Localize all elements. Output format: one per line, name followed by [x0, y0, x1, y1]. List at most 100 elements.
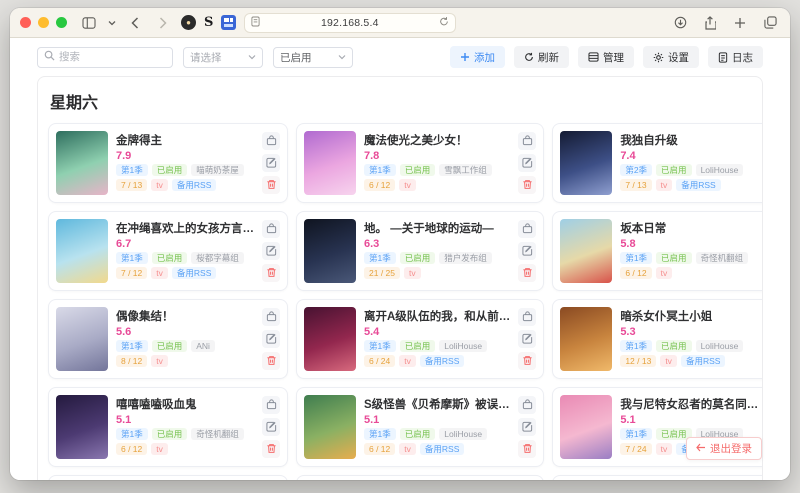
tab-overview-icon[interactable] — [760, 13, 780, 33]
search-field[interactable] — [59, 51, 166, 63]
address-bar[interactable]: 192.168.5.4 — [244, 13, 456, 33]
bangumi-card[interactable]: 金牌得主 7.9 第1季 已启用 喵萌奶茶屋 7 / 13 tv 备用RSS — [48, 123, 288, 203]
season-tag: 第1季 — [116, 164, 148, 176]
bangumi-card[interactable]: 坂本日常 5.8 第1季 已启用 奇怪机翻组 6 / 12 tv — [552, 211, 763, 291]
episode-progress-tag: 8 / 12 — [116, 355, 147, 367]
bangumi-card[interactable] — [48, 475, 288, 480]
filter-bar: 请选择 已启用 添加 — [10, 38, 790, 74]
archive-button[interactable] — [262, 132, 280, 150]
bangumi-score: 5.4 — [364, 327, 510, 337]
bangumi-title: 坂本日常 — [620, 220, 758, 236]
bangumi-card[interactable] — [296, 475, 544, 480]
archive-button[interactable] — [262, 396, 280, 414]
search-icon — [44, 48, 55, 66]
settings-button[interactable]: 设置 — [643, 46, 699, 68]
bangumi-card[interactable]: 在冲绳喜欢上的女孩方言… 6.7 第1季 已启用 桜都字幕组 7 / 12 tv… — [48, 211, 288, 291]
blue-grid-extension-icon[interactable] — [221, 15, 236, 30]
archive-button[interactable] — [518, 132, 536, 150]
card-actions — [518, 131, 536, 195]
bangumi-score: 5.1 — [364, 415, 510, 425]
status-tag: 已启用 — [400, 340, 436, 352]
archive-button[interactable] — [518, 220, 536, 238]
tag-row-secondary: 6 / 12 tv — [364, 179, 510, 191]
dark-extension-icon[interactable]: ● — [181, 15, 196, 30]
minimize-window-button[interactable] — [38, 17, 49, 28]
tag-row-primary: 第1季 已启用 雪飘工作组 — [364, 164, 510, 176]
sidebar-toggle-icon[interactable] — [79, 13, 99, 33]
archive-button[interactable] — [262, 220, 280, 238]
edit-button[interactable] — [518, 154, 536, 172]
tag-row-secondary: 7 / 12 tv 备用RSS — [116, 267, 254, 279]
archive-button[interactable] — [518, 396, 536, 414]
tag-row-secondary: 6 / 24 tv 备用RSS — [364, 355, 510, 367]
archive-icon — [522, 310, 533, 325]
archive-button[interactable] — [518, 308, 536, 326]
bangumi-card[interactable]: 嘻嘻嗑嗑吸血鬼 5.1 第1季 已启用 奇怪机翻组 6 / 12 tv — [48, 387, 288, 467]
zoom-window-button[interactable] — [56, 17, 67, 28]
episode-progress-tag: 7 / 13 — [116, 179, 147, 191]
edit-icon — [266, 420, 277, 435]
tag-row-secondary: 12 / 13 tv 备用RSS — [620, 355, 758, 367]
type-tag: tv — [660, 355, 677, 367]
bangumi-score: 5.8 — [620, 239, 758, 249]
delete-button[interactable] — [262, 440, 280, 458]
delete-button[interactable] — [518, 440, 536, 458]
manage-button[interactable]: 管理 — [578, 46, 634, 68]
log-icon — [718, 52, 728, 63]
backup-rss-tag: 备用RSS — [172, 267, 216, 279]
archive-icon — [266, 222, 277, 237]
bangumi-card[interactable]: 我独自升级 7.4 第2季 已启用 LoliHouse 7 / 13 tv 备用… — [552, 123, 763, 203]
poster-image — [304, 307, 356, 371]
refresh-button[interactable]: 刷新 — [514, 46, 569, 68]
bangumi-card[interactable] — [552, 475, 763, 480]
backup-rss-tag: 备用RSS — [420, 443, 464, 455]
delete-button[interactable] — [518, 352, 536, 370]
reload-icon[interactable] — [439, 14, 449, 32]
delete-button[interactable] — [262, 264, 280, 282]
downloads-icon[interactable] — [670, 13, 690, 33]
delete-button[interactable] — [518, 264, 536, 282]
status-select-value: 已启用 — [280, 50, 312, 65]
bangumi-score: 6.7 — [116, 239, 254, 249]
trash-icon — [522, 442, 533, 457]
edit-button[interactable] — [518, 242, 536, 260]
group-tag: 雪飘工作组 — [439, 164, 492, 176]
logs-button[interactable]: 日志 — [708, 46, 763, 68]
bangumi-card[interactable]: 地。 —关于地球的运动— 6.3 第1季 已启用 猎户发布组 21 / 25 t… — [296, 211, 544, 291]
delete-button[interactable] — [262, 352, 280, 370]
edit-button[interactable] — [262, 330, 280, 348]
new-tab-icon[interactable] — [730, 13, 750, 33]
bangumi-title: 在冲绳喜欢上的女孩方言… — [116, 220, 254, 236]
back-icon[interactable] — [125, 13, 145, 33]
status-tag: 已启用 — [400, 252, 436, 264]
edit-button[interactable] — [262, 418, 280, 436]
logout-button[interactable]: 退出登录 — [686, 437, 762, 460]
status-select[interactable]: 已启用 — [273, 47, 353, 68]
bangumi-score: 6.3 — [364, 239, 510, 249]
category-select[interactable]: 请选择 — [183, 47, 263, 68]
tag-row-primary: 第1季 已启用 桜都字幕组 — [116, 252, 254, 264]
tag-row-primary: 第1季 已启用 LoliHouse — [364, 428, 510, 440]
edit-button[interactable] — [518, 418, 536, 436]
bangumi-card[interactable]: 偶像集结！ 5.6 第1季 已启用 ANi 8 / 12 tv — [48, 299, 288, 379]
bangumi-card[interactable]: 离开A级队伍的我，和从前… 5.4 第1季 已启用 LoliHouse 6 / … — [296, 299, 544, 379]
s-extension-icon[interactable]: S — [204, 15, 213, 30]
delete-button[interactable] — [262, 176, 280, 194]
sidebar-chevron-icon[interactable] — [107, 13, 117, 33]
season-tag: 第1季 — [116, 340, 148, 352]
search-input[interactable] — [37, 47, 173, 68]
bangumi-card[interactable]: 暗杀女仆冥土小姐 5.3 第1季 已启用 LoliHouse 12 / 13 t… — [552, 299, 763, 379]
bangumi-card[interactable]: S级怪兽《贝希摩斯》被误… 5.1 第1季 已启用 LoliHouse 6 / … — [296, 387, 544, 467]
close-window-button[interactable] — [20, 17, 31, 28]
add-button[interactable]: 添加 — [450, 46, 505, 68]
edit-button[interactable] — [262, 154, 280, 172]
bangumi-score: 7.8 — [364, 151, 510, 161]
forward-icon[interactable] — [153, 13, 173, 33]
edit-button[interactable] — [262, 242, 280, 260]
archive-button[interactable] — [262, 308, 280, 326]
share-icon[interactable] — [700, 13, 720, 33]
bangumi-card[interactable]: 魔法使光之美少女！ 7.8 第1季 已启用 雪飘工作组 6 / 12 tv — [296, 123, 544, 203]
delete-button[interactable] — [518, 176, 536, 194]
edit-button[interactable] — [518, 330, 536, 348]
edit-icon — [266, 244, 277, 259]
